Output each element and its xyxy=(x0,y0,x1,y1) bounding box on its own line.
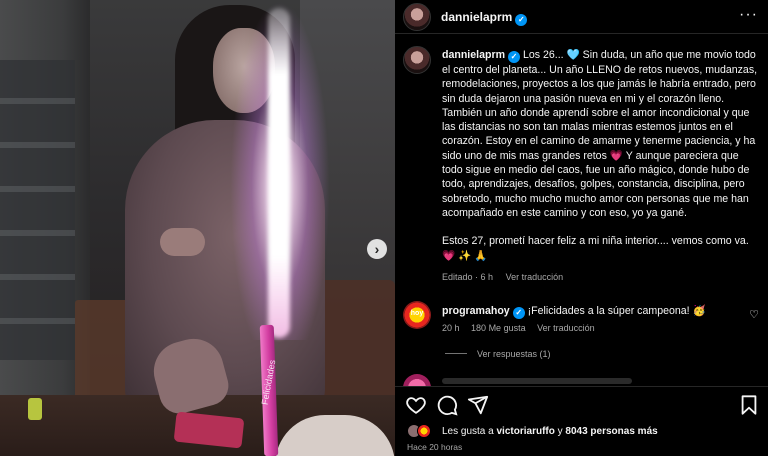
comment-text: ¡Felicidades a la súper campeona! 🥳 xyxy=(527,305,706,317)
replies-divider xyxy=(445,353,467,354)
post-time-ago: Hace 20 horas xyxy=(407,442,463,452)
next-comment-preview xyxy=(442,378,632,384)
view-replies-label[interactable]: Ver respuestas (1) xyxy=(477,349,551,359)
photo-shelf xyxy=(0,60,75,360)
comment-time: 20 h xyxy=(442,323,460,333)
caption-username[interactable]: dannielaprm xyxy=(442,49,505,61)
bookmark-icon[interactable] xyxy=(738,394,760,416)
author-username-text[interactable]: dannielaprm xyxy=(441,10,512,24)
next-slide-button[interactable]: › xyxy=(367,239,387,259)
post-photo[interactable]: Felicidades › xyxy=(0,0,395,456)
likes-prefix: Les gusta a xyxy=(442,426,494,437)
author-username[interactable]: dannielaprm ✓ xyxy=(441,10,528,26)
post-header: dannielaprm ✓ ··· xyxy=(395,0,768,34)
view-replies-button[interactable]: Ver respuestas (1) xyxy=(445,349,551,359)
heart-icon[interactable] xyxy=(405,394,427,416)
verified-icon: ✓ xyxy=(515,14,528,26)
likes-user[interactable]: victoriaruffo xyxy=(497,426,555,437)
share-icon[interactable] xyxy=(467,394,489,416)
post-side-panel: dannielaprm ✓ ··· dannielaprm ✓ Los 26... … xyxy=(395,0,768,456)
caption-edited-label: Editado · 6 h xyxy=(442,272,494,282)
likes-count[interactable]: 8043 personas más xyxy=(565,426,657,437)
comment-item: programahoy ✓ ¡Felicidades a la súper cam… xyxy=(442,304,742,319)
photo-person-hand xyxy=(160,228,205,256)
comment-icon[interactable] xyxy=(436,394,458,416)
author-avatar[interactable] xyxy=(403,3,431,31)
caption-paragraph-2: Estos 27, prometí hacer feliz a mi niña … xyxy=(442,235,749,262)
comment-meta: 20 h 180 Me gusta Ver traducción xyxy=(442,323,604,333)
likes-connector: y xyxy=(557,426,563,437)
commenter-avatar[interactable]: hoy xyxy=(403,301,431,329)
comment-verified-icon: ✓ xyxy=(512,307,525,319)
comment-likes[interactable]: 180 Me gusta xyxy=(471,323,526,333)
comment-username[interactable]: programahoy xyxy=(442,305,510,317)
caption-author-avatar[interactable] xyxy=(403,46,431,74)
post-caption: dannielaprm ✓ Los 26... 🩵 Sin duda, un añ… xyxy=(442,48,759,277)
post-actions-bar: Les gusta a victoriaruffo y 8043 persona… xyxy=(395,386,768,456)
more-options-icon[interactable]: ··· xyxy=(739,6,758,24)
caption-paragraph-1: Los 26... 🩵 Sin duda, un año que me movi… xyxy=(442,49,758,219)
sparkler-flame xyxy=(268,8,290,338)
caption-verified-icon: ✓ xyxy=(508,51,520,63)
caption-translate-link[interactable]: Ver traducción xyxy=(506,272,564,282)
commenter-avatar-logo-text: hoy xyxy=(410,310,424,317)
caption-meta: Editado · 6 h Ver traducción xyxy=(442,272,573,282)
comment-like-icon[interactable]: ♡ xyxy=(749,308,759,321)
likers-avatars[interactable] xyxy=(407,424,437,438)
photo-lighter xyxy=(28,398,42,420)
liker-avatar xyxy=(417,424,431,438)
comment-translate-link[interactable]: Ver traducción xyxy=(537,323,595,333)
likes-summary[interactable]: Les gusta a victoriaruffo y 8043 persona… xyxy=(442,426,658,437)
